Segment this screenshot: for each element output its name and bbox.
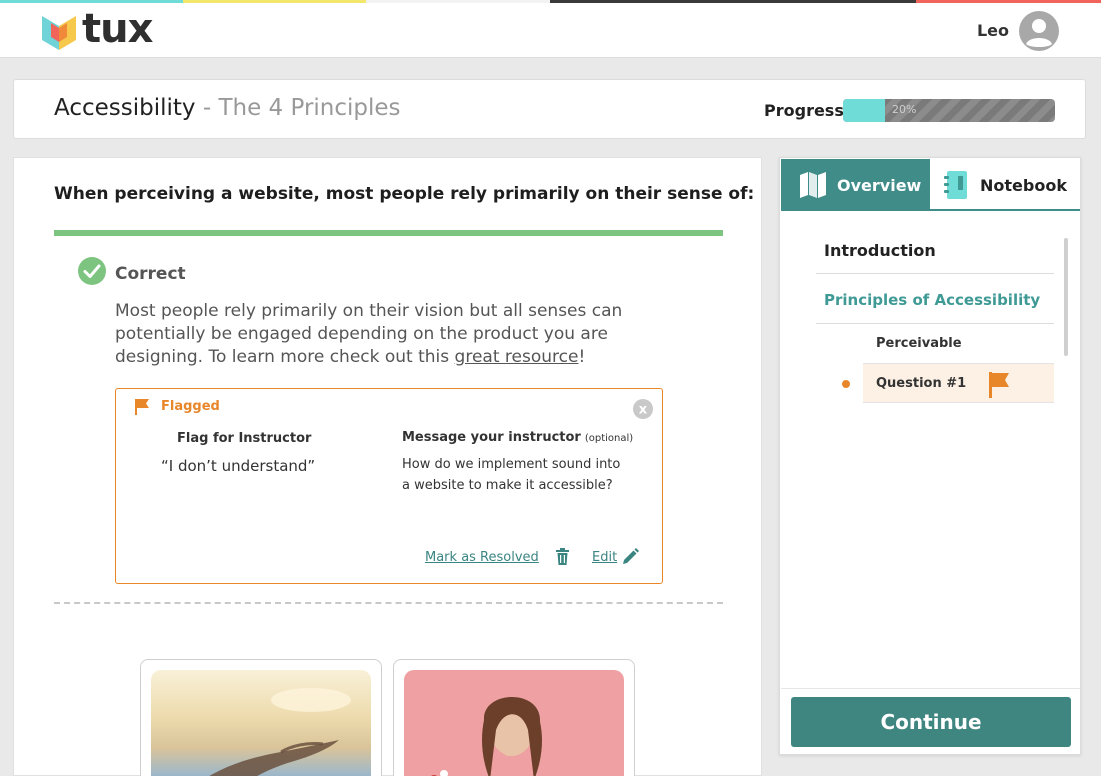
- current-indicator-dot: [842, 380, 850, 388]
- progress-label: Progress: [764, 101, 844, 120]
- avatar-icon[interactable]: [1019, 11, 1059, 51]
- course-header: Accessibility - The 4 Principles Progres…: [13, 79, 1086, 139]
- color-stripe: [366, 0, 550, 3]
- sidebar-footer: Continue: [781, 688, 1080, 754]
- close-glyph: x: [639, 403, 648, 418]
- flag-reason: “I don’t understand”: [161, 457, 316, 475]
- woman-photo: [404, 670, 624, 776]
- answer-option-image[interactable]: [393, 659, 635, 776]
- pencil-icon[interactable]: [622, 548, 639, 565]
- progress-bar: 20%: [843, 99, 1055, 122]
- nav-item-question-1[interactable]: Question #1: [863, 363, 1054, 403]
- nav-item-principles[interactable]: Principles of Accessibility: [824, 291, 1040, 309]
- instructor-message: How do we implement sound into a website…: [402, 457, 621, 493]
- continue-button[interactable]: Continue: [791, 697, 1071, 747]
- logo-text: tux: [82, 6, 153, 52]
- flag-icon: [135, 399, 149, 415]
- tab-notebook-label: Notebook: [980, 176, 1067, 195]
- mark-resolved-link[interactable]: Mark as Resolved: [425, 550, 539, 565]
- nav-item-label: Question #1: [876, 376, 967, 391]
- tab-underline: [781, 209, 1080, 211]
- nav-item-introduction[interactable]: Introduction: [824, 241, 936, 260]
- question-text: When perceiving a website, most people r…: [54, 184, 755, 204]
- trash-icon[interactable]: [555, 548, 570, 565]
- explanation-text: Most people rely primarily on their visi…: [115, 300, 675, 369]
- progress-value: 20%: [892, 103, 917, 116]
- optional-label: (optional): [584, 433, 634, 444]
- hand-photo: [151, 670, 371, 776]
- flag-status: Flagged: [161, 399, 220, 414]
- scrollbar[interactable]: [1064, 238, 1068, 356]
- check-circle-icon: [78, 257, 106, 285]
- resource-link[interactable]: great resource: [455, 347, 579, 367]
- divider: [816, 273, 1054, 274]
- map-icon: [800, 172, 826, 198]
- woman-photo-illustration: [431, 697, 542, 776]
- top-bar: tux Leo: [0, 0, 1101, 58]
- message-label-text: Message your instructor: [402, 430, 581, 445]
- tab-overview[interactable]: Overview: [781, 159, 930, 210]
- course-sidebar: Overview Notebook Introduction Principle…: [779, 157, 1081, 755]
- tab-overview-label: Overview: [837, 176, 922, 195]
- edit-link[interactable]: Edit: [592, 550, 617, 565]
- username[interactable]: Leo: [977, 21, 1009, 40]
- message-label: Message your instructor (optional): [402, 430, 633, 445]
- color-stripe: [0, 0, 183, 3]
- color-stripe: [733, 0, 916, 3]
- result-label: Correct: [115, 264, 186, 284]
- flag-icon: [989, 372, 1009, 398]
- progress-fill: [843, 99, 886, 122]
- notebook-icon: [944, 171, 967, 199]
- answer-option-image[interactable]: [140, 659, 382, 776]
- flag-for-instructor-label: Flag for Instructor: [177, 431, 312, 446]
- page-title: Accessibility - The 4 Principles: [54, 95, 401, 121]
- explanation-end: !: [578, 347, 586, 367]
- color-stripe: [916, 0, 1101, 3]
- answer-status-bar: [54, 230, 723, 236]
- flag-panel: Flagged x Flag for Instructor “I don’t u…: [115, 388, 663, 584]
- tab-notebook[interactable]: Notebook: [930, 159, 1080, 210]
- hand-photo-illustration: [209, 688, 351, 776]
- tux-logo-icon[interactable]: [42, 12, 76, 50]
- close-icon[interactable]: x: [633, 399, 653, 419]
- course-subtitle: - The 4 Principles: [195, 95, 401, 121]
- divider: [54, 602, 723, 604]
- color-stripe: [550, 0, 733, 3]
- nav-item-perceivable[interactable]: Perceivable: [876, 336, 962, 351]
- color-stripe: [183, 0, 366, 3]
- question-card: When perceiving a website, most people r…: [13, 157, 762, 776]
- course-title: Accessibility: [54, 95, 196, 121]
- divider: [816, 323, 1054, 324]
